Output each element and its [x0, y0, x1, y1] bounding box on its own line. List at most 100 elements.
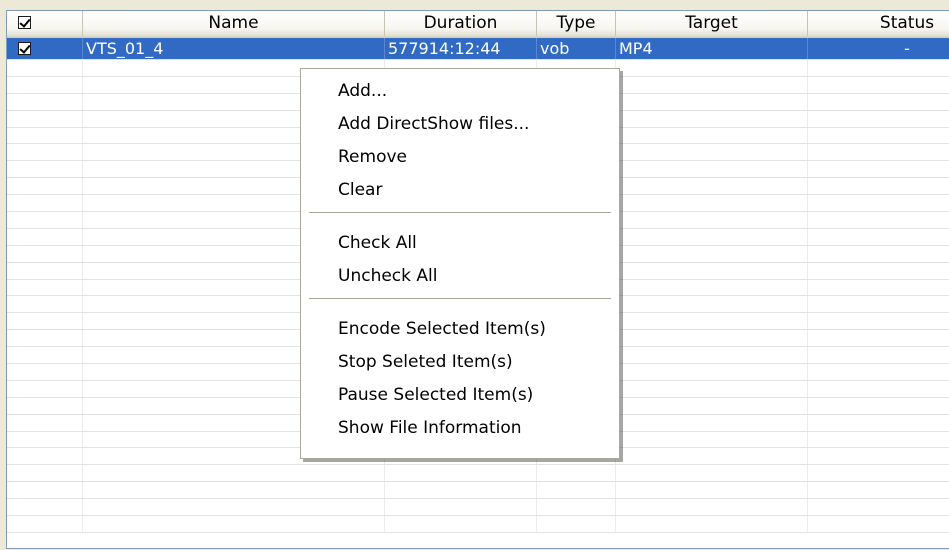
empty-cell: [808, 280, 949, 296]
empty-cell: [7, 144, 83, 161]
column-header-duration[interactable]: Duration: [385, 11, 537, 36]
table-row[interactable]: VTS_01_4 577914:12:44 vob MP4 -: [7, 38, 949, 60]
column-header-status[interactable]: Status: [808, 11, 949, 36]
header-check-all[interactable]: [7, 11, 83, 36]
empty-cell: [616, 465, 808, 482]
menu-item-add-directshow[interactable]: Add DirectShow files...: [301, 108, 619, 141]
empty-cell: [7, 516, 83, 532]
menu-item-check-all[interactable]: Check All: [301, 227, 619, 260]
empty-cell: [808, 229, 949, 245]
row-checkbox[interactable]: [18, 42, 31, 55]
empty-cell: [385, 516, 537, 532]
empty-cell: [83, 516, 385, 532]
empty-cell: [7, 448, 83, 465]
empty-cell: [616, 330, 808, 347]
empty-cell: [616, 431, 808, 448]
empty-cell: [808, 482, 949, 498]
empty-cell: [616, 279, 808, 296]
empty-cell: [7, 330, 83, 347]
empty-cell: [616, 127, 808, 144]
empty-cell: [7, 245, 83, 262]
empty-cell: [616, 76, 808, 93]
empty-cell: [7, 380, 83, 397]
empty-cell: [616, 144, 808, 161]
empty-cell: [7, 482, 83, 499]
empty-cell: [808, 364, 949, 380]
empty-cell: [537, 499, 616, 516]
empty-row: [7, 465, 949, 483]
cell-name: VTS_01_4: [83, 38, 385, 59]
empty-cell: [385, 482, 537, 499]
list-header: Name Duration Type Target Status: [7, 11, 949, 38]
empty-cell: [616, 482, 808, 499]
cell-status: -: [808, 38, 949, 59]
row-check-cell[interactable]: [7, 38, 83, 59]
column-header-type[interactable]: Type: [537, 11, 616, 36]
empty-cell: [7, 397, 83, 414]
empty-cell: [616, 380, 808, 397]
empty-cell: [808, 128, 949, 144]
empty-cell: [808, 516, 949, 532]
menu-item-encode-selected[interactable]: Encode Selected Item(s): [301, 313, 619, 346]
empty-cell: [808, 263, 949, 279]
empty-cell: [616, 195, 808, 212]
empty-cell: [83, 482, 385, 499]
empty-cell: [616, 414, 808, 431]
menu-item-show-file-info[interactable]: Show File Information: [301, 412, 619, 445]
empty-cell: [7, 262, 83, 279]
empty-cell: [808, 465, 949, 481]
column-header-target[interactable]: Target: [616, 11, 808, 36]
empty-cell: [616, 110, 808, 127]
menu-item-uncheck-all[interactable]: Uncheck All: [301, 260, 619, 293]
empty-cell: [808, 432, 949, 448]
empty-cell: [808, 296, 949, 312]
empty-cell: [808, 178, 949, 194]
empty-cell: [808, 246, 949, 262]
empty-cell: [616, 313, 808, 330]
empty-cell: [808, 448, 949, 464]
empty-row: [7, 482, 949, 500]
empty-cell: [808, 313, 949, 329]
empty-cell: [808, 77, 949, 93]
empty-cell: [808, 60, 949, 76]
header-checkbox[interactable]: [18, 16, 31, 29]
empty-cell: [537, 465, 616, 482]
empty-cell: [808, 499, 949, 515]
empty-row: [7, 499, 949, 517]
empty-cell: [7, 76, 83, 93]
menu-item-add[interactable]: Add...: [301, 75, 619, 108]
menu-item-clear[interactable]: Clear: [301, 174, 619, 207]
empty-cell: [7, 431, 83, 448]
empty-cell: [616, 448, 808, 465]
checkmark-icon: [19, 16, 31, 28]
empty-cell: [7, 296, 83, 313]
empty-cell: [83, 465, 385, 482]
empty-cell: [808, 415, 949, 431]
menu-item-pause-selected[interactable]: Pause Selected Item(s): [301, 379, 619, 412]
cell-target: MP4: [616, 38, 808, 59]
menu-separator: [309, 298, 611, 299]
empty-cell: [7, 499, 83, 516]
empty-cell: [537, 516, 616, 532]
empty-cell: [7, 364, 83, 380]
empty-cell: [385, 465, 537, 482]
empty-cell: [616, 228, 808, 245]
empty-row: [7, 516, 949, 533]
empty-cell: [537, 482, 616, 499]
empty-cell: [7, 313, 83, 330]
empty-cell: [808, 94, 949, 110]
column-header-name[interactable]: Name: [83, 11, 385, 36]
empty-cell: [616, 262, 808, 279]
checkmark-icon: [19, 42, 31, 54]
cell-duration: 577914:12:44: [385, 38, 537, 59]
menu-item-remove[interactable]: Remove: [301, 141, 619, 174]
empty-cell: [7, 465, 83, 482]
empty-cell: [616, 212, 808, 228]
empty-cell: [385, 499, 537, 516]
empty-cell: [616, 178, 808, 195]
context-menu: Add... Add DirectShow files... Remove Cl…: [300, 68, 620, 459]
empty-cell: [616, 296, 808, 313]
empty-cell: [7, 195, 83, 212]
menu-item-stop-selected[interactable]: Stop Seleted Item(s): [301, 346, 619, 379]
empty-cell: [616, 347, 808, 364]
